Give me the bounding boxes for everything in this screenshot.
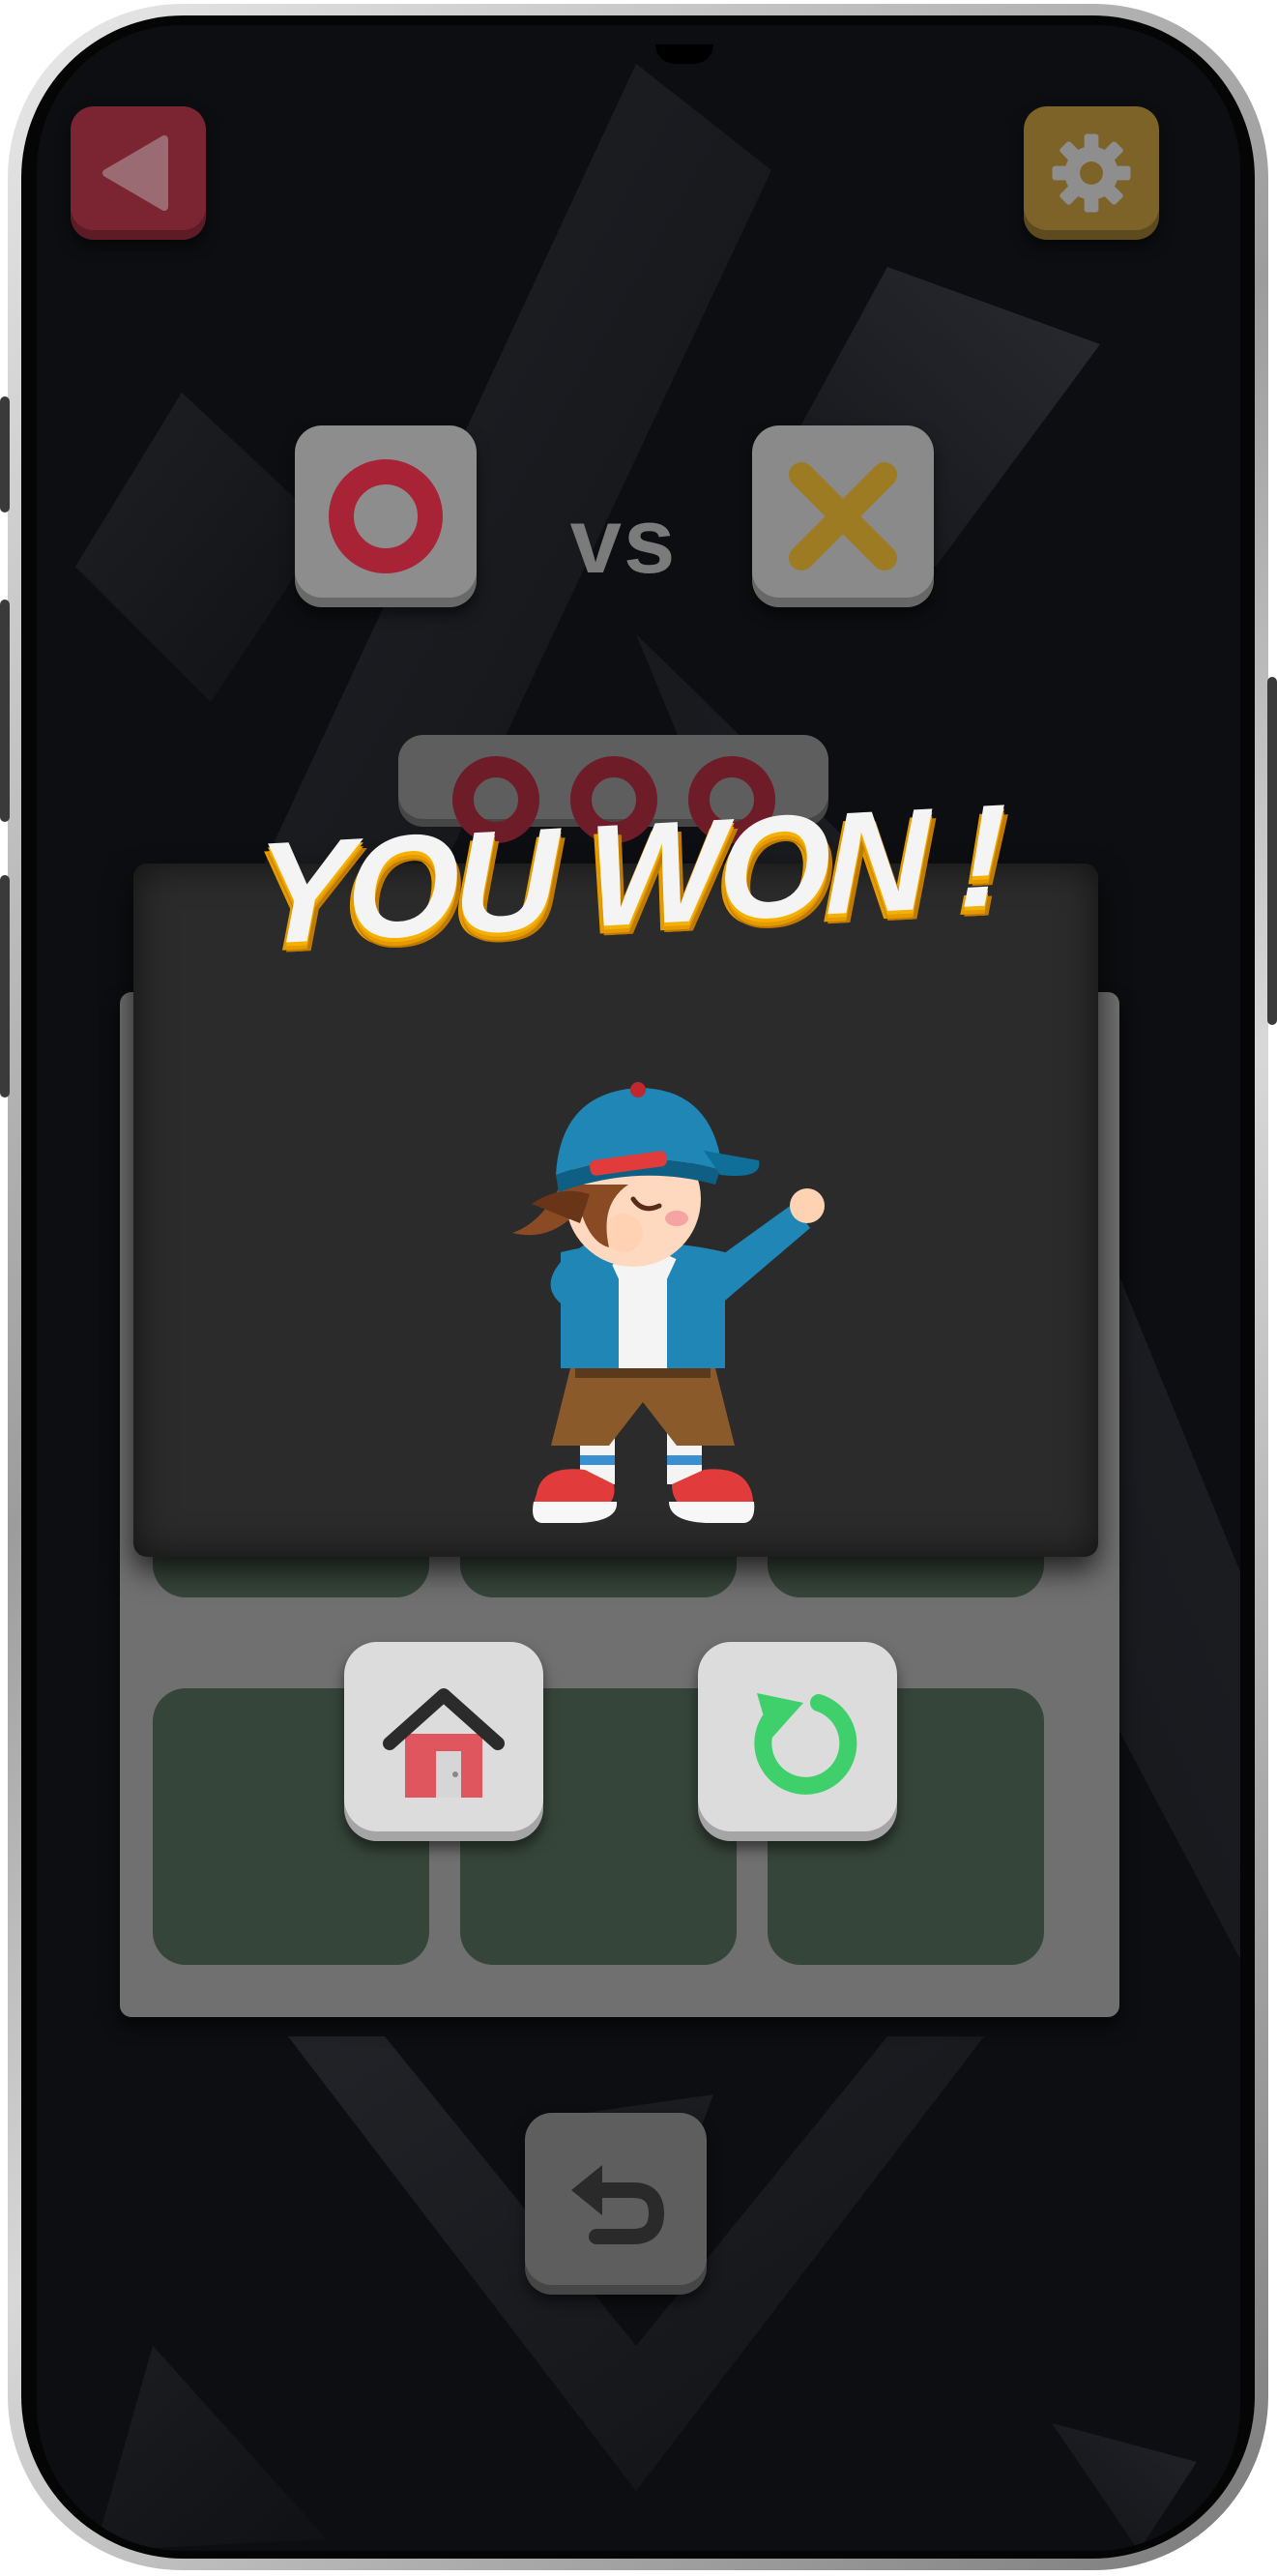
undo-icon: [571, 2165, 665, 2244]
o-mark-icon: [329, 459, 443, 573]
back-triangle-icon: [102, 135, 168, 211]
side-button: [0, 600, 10, 822]
undo-button[interactable]: [525, 2113, 707, 2295]
home-icon: [383, 1688, 505, 1798]
player-o-tile: [295, 425, 477, 607]
side-button: [1267, 677, 1277, 1025]
player-x-tile: [752, 425, 934, 607]
dabbing-boy-illustration: [512, 1082, 825, 1523]
restart-icon: [754, 1693, 857, 1795]
side-button: [0, 396, 10, 512]
settings-button[interactable]: [1024, 106, 1159, 240]
home-button[interactable]: [344, 1642, 543, 1841]
versus-label: vs: [569, 489, 678, 593]
back-button[interactable]: [71, 106, 206, 240]
gear-icon: [1052, 133, 1131, 213]
x-mark-icon: [789, 462, 897, 571]
side-button: [0, 875, 10, 1098]
restart-button[interactable]: [698, 1642, 897, 1841]
